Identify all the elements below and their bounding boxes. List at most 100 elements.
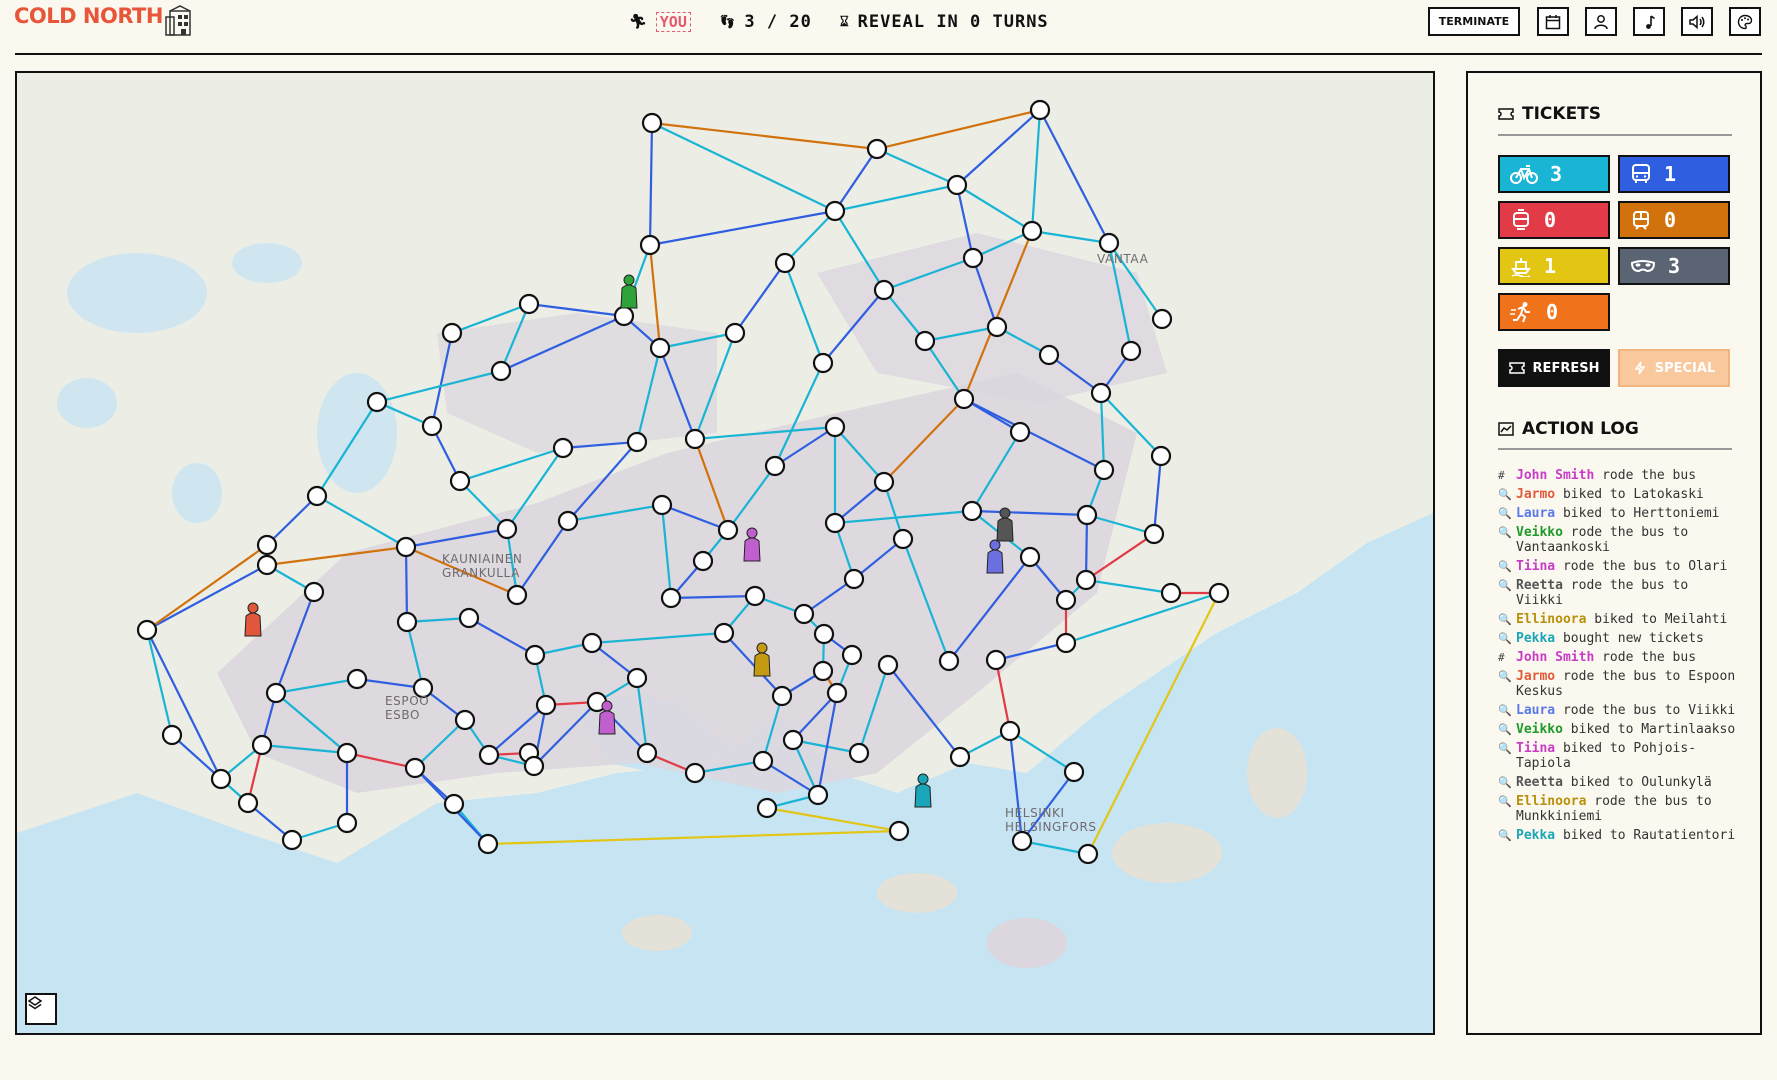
station-node[interactable] <box>395 536 417 558</box>
ticket-tram[interactable]: 0 <box>1498 201 1610 239</box>
station-node[interactable] <box>660 587 682 609</box>
station-node[interactable] <box>1120 340 1142 362</box>
station-node[interactable] <box>421 415 443 437</box>
station-node[interactable] <box>477 833 499 855</box>
station-node[interactable] <box>724 322 746 344</box>
station-node[interactable] <box>396 611 418 633</box>
calendar-button[interactable] <box>1537 7 1569 36</box>
station-node[interactable] <box>1009 421 1031 443</box>
station-node[interactable] <box>713 622 735 644</box>
station-node[interactable] <box>613 305 635 327</box>
music-button[interactable] <box>1633 7 1665 36</box>
station-node[interactable] <box>626 667 648 689</box>
station-node[interactable] <box>210 768 232 790</box>
station-node[interactable] <box>873 279 895 301</box>
station-node[interactable] <box>999 720 1021 742</box>
station-node[interactable] <box>161 724 183 746</box>
station-node[interactable] <box>237 792 259 814</box>
station-node[interactable] <box>1143 523 1165 545</box>
station-node[interactable] <box>1098 232 1120 254</box>
station-node[interactable] <box>986 316 1008 338</box>
station-node[interactable] <box>478 744 500 766</box>
ticket-bus[interactable]: 1 <box>1618 155 1730 193</box>
map-canvas[interactable]: VANTAA KAUNIAINEN GRANKULLA ESPOO ESBO H… <box>17 73 1433 1033</box>
station-node[interactable] <box>841 644 863 666</box>
station-node[interactable] <box>443 793 465 815</box>
special-button[interactable]: SPECIAL <box>1618 349 1730 387</box>
station-node[interactable] <box>1090 382 1112 404</box>
station-node[interactable] <box>843 568 865 590</box>
refresh-button[interactable]: REFRESH <box>1498 349 1610 387</box>
station-node[interactable] <box>1063 761 1085 783</box>
ticket-mask[interactable]: 3 <box>1618 247 1730 285</box>
station-node[interactable] <box>717 519 739 541</box>
station-node[interactable] <box>524 644 546 666</box>
station-node[interactable] <box>774 252 796 274</box>
ticket-ferry[interactable]: 1 <box>1498 247 1610 285</box>
station-node[interactable] <box>346 668 368 690</box>
station-node[interactable] <box>752 750 774 772</box>
game-map[interactable]: VANTAA KAUNIAINEN GRANKULLA ESPOO ESBO H… <box>15 71 1435 1035</box>
station-node[interactable] <box>812 660 834 682</box>
station-node[interactable] <box>651 494 673 516</box>
profile-button[interactable] <box>1585 7 1617 36</box>
station-node[interactable] <box>938 650 960 672</box>
station-node[interactable] <box>684 428 706 450</box>
station-node[interactable] <box>961 500 983 522</box>
station-node[interactable] <box>1019 546 1041 568</box>
station-node[interactable] <box>1150 445 1172 467</box>
station-node[interactable] <box>782 729 804 751</box>
theme-button[interactable] <box>1729 7 1761 36</box>
station-node[interactable] <box>1077 843 1099 865</box>
station-node[interactable] <box>256 554 278 576</box>
station-node[interactable] <box>649 337 671 359</box>
station-node[interactable] <box>1208 582 1230 604</box>
station-node[interactable] <box>490 360 512 382</box>
station-node[interactable] <box>404 757 426 779</box>
station-node[interactable] <box>1076 504 1098 526</box>
station-node[interactable] <box>985 649 1007 671</box>
station-node[interactable] <box>336 812 358 834</box>
station-node[interactable] <box>877 654 899 676</box>
station-node[interactable] <box>535 694 557 716</box>
station-node[interactable] <box>1093 459 1115 481</box>
station-node[interactable] <box>523 755 545 777</box>
station-node[interactable] <box>764 455 786 477</box>
station-node[interactable] <box>303 581 325 603</box>
ticket-bike[interactable]: 3 <box>1498 155 1610 193</box>
station-node[interactable] <box>1011 830 1033 852</box>
station-node[interactable] <box>441 322 463 344</box>
station-node[interactable] <box>136 619 158 641</box>
station-node[interactable] <box>1151 308 1173 330</box>
station-node[interactable] <box>824 416 846 438</box>
station-node[interactable] <box>873 471 895 493</box>
station-node[interactable] <box>496 518 518 540</box>
station-node[interactable] <box>336 742 358 764</box>
station-node[interactable] <box>1075 569 1097 591</box>
station-node[interactable] <box>888 820 910 842</box>
station-node[interactable] <box>813 623 835 645</box>
station-node[interactable] <box>639 234 661 256</box>
station-node[interactable] <box>454 709 476 731</box>
station-node[interactable] <box>626 431 648 453</box>
station-node[interactable] <box>953 388 975 410</box>
station-node[interactable] <box>824 200 846 222</box>
ticket-run[interactable]: 0 <box>1498 293 1610 331</box>
station-node[interactable] <box>962 247 984 269</box>
station-node[interactable] <box>914 330 936 352</box>
terminate-button[interactable]: TERMINATE <box>1428 7 1520 36</box>
station-node[interactable] <box>518 293 540 315</box>
station-node[interactable] <box>1038 344 1060 366</box>
station-node[interactable] <box>281 829 303 851</box>
station-node[interactable] <box>636 742 658 764</box>
station-node[interactable] <box>1021 220 1043 242</box>
station-node[interactable] <box>552 437 574 459</box>
station-node[interactable] <box>756 797 778 819</box>
ticket-train[interactable]: 0 <box>1618 201 1730 239</box>
station-node[interactable] <box>251 734 273 756</box>
station-node[interactable] <box>1029 99 1051 121</box>
station-node[interactable] <box>1055 632 1077 654</box>
station-node[interactable] <box>744 585 766 607</box>
station-node[interactable] <box>866 138 888 160</box>
station-node[interactable] <box>256 534 278 556</box>
